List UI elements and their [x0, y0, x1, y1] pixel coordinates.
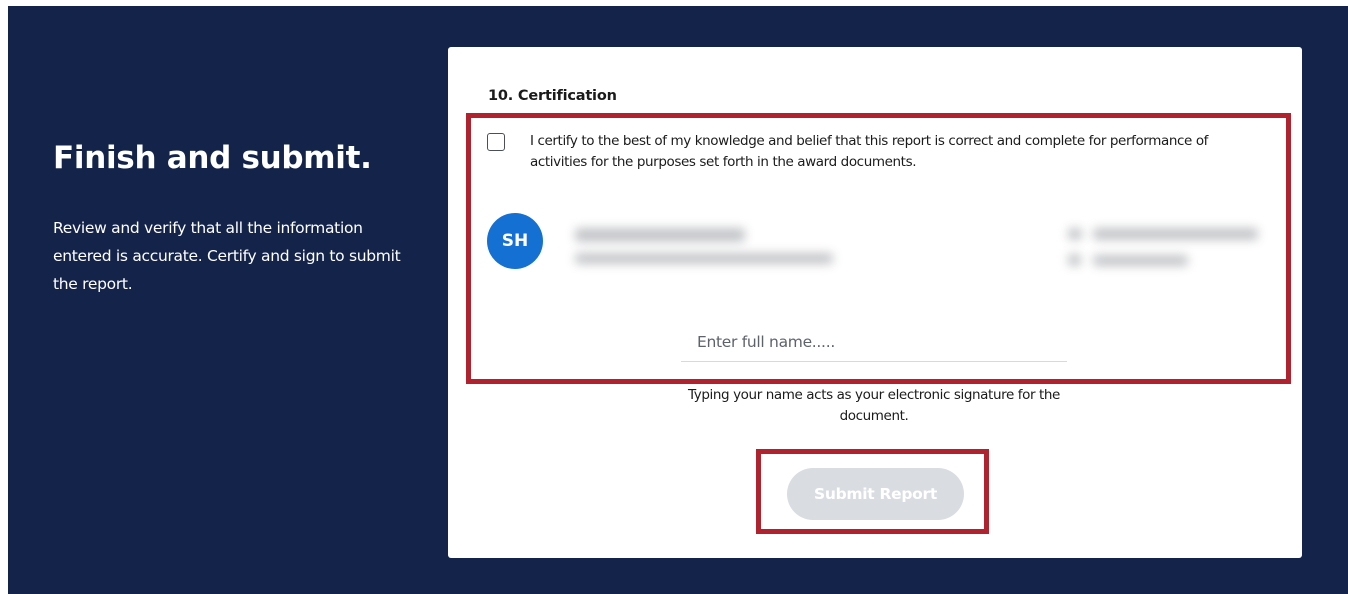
page-title: Finish and submit.	[53, 140, 372, 176]
section-title: 10. Certification	[488, 88, 617, 104]
full-name-input[interactable]	[681, 322, 1067, 362]
redacted-user-phone	[1093, 255, 1188, 266]
certification-card: 10. Certification I certify to the best …	[448, 47, 1302, 558]
avatar: SH	[487, 213, 543, 269]
redacted-user-name	[575, 228, 745, 242]
certify-checkbox[interactable]	[487, 133, 505, 151]
redacted-user-subtitle	[575, 253, 833, 264]
certification-statement: I certify to the best of my knowledge an…	[530, 133, 1209, 170]
submit-report-button[interactable]: Submit Report	[787, 468, 964, 520]
signature-helper-text: Typing your name acts as your electronic…	[688, 387, 1060, 424]
avatar-initials: SH	[501, 231, 529, 251]
redacted-user-email	[1093, 228, 1258, 240]
page-background: Finish and submit. Review and verify tha…	[8, 6, 1348, 594]
page-description: Review and verify that all the informati…	[53, 219, 401, 293]
redacted-phone-icon	[1068, 254, 1081, 266]
redacted-email-icon	[1068, 228, 1082, 240]
